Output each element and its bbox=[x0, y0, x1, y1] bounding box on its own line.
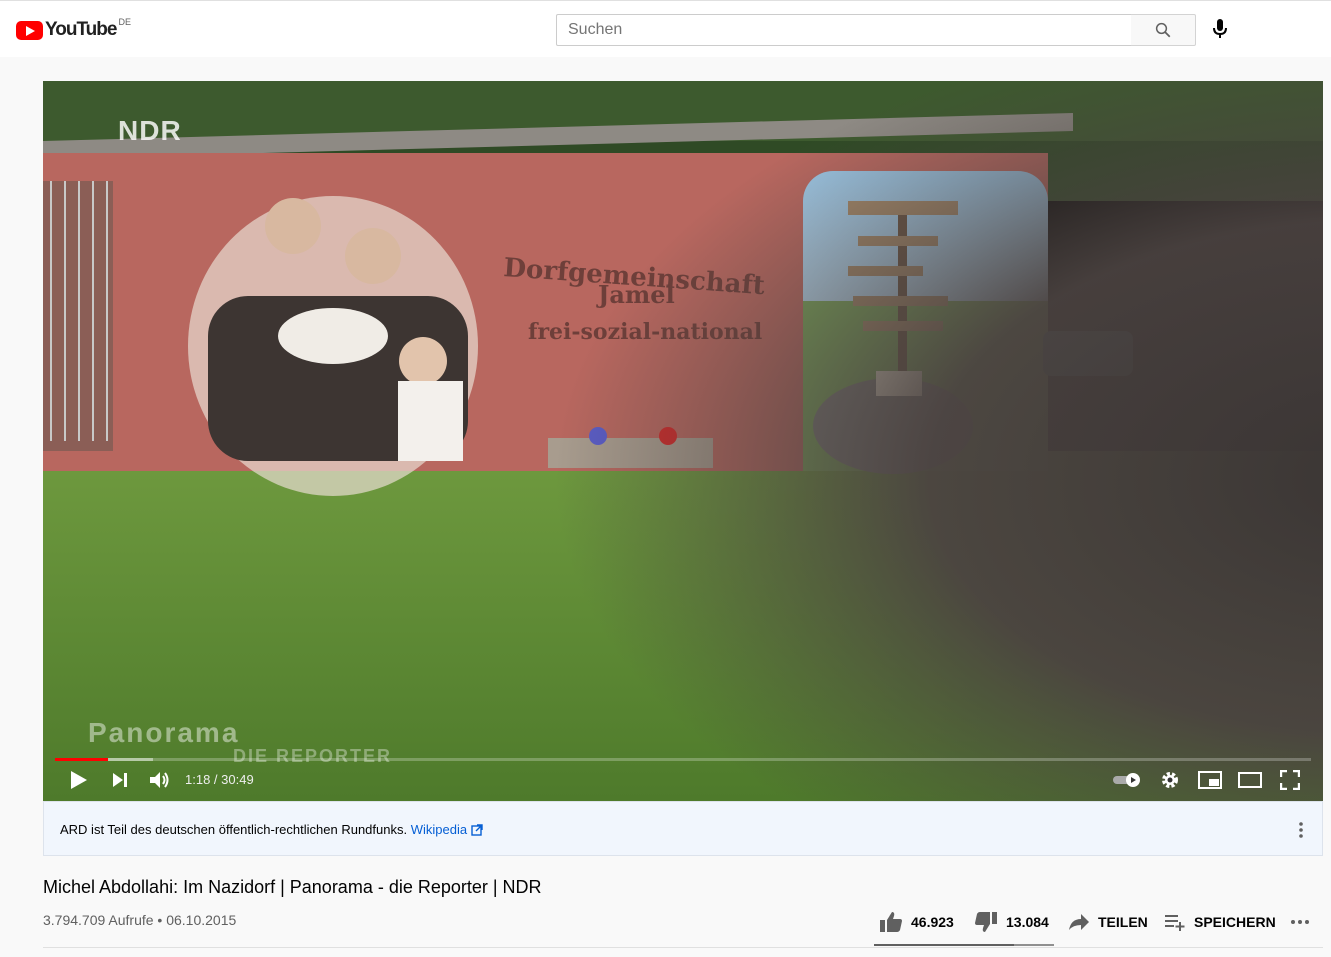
search-button[interactable] bbox=[1131, 14, 1196, 46]
thumbs-down-icon bbox=[975, 912, 997, 932]
voice-search-button[interactable] bbox=[1206, 15, 1234, 43]
external-link-icon bbox=[471, 824, 483, 836]
fullscreen-icon bbox=[1280, 770, 1300, 790]
save-button[interactable]: SPEICHERN bbox=[1164, 906, 1276, 938]
information-panel: ARD ist Teil des deutschen öffentlich-re… bbox=[43, 801, 1323, 856]
mute-button[interactable] bbox=[143, 767, 177, 793]
share-button[interactable]: TEILEN bbox=[1068, 906, 1148, 938]
settings-icon bbox=[1162, 772, 1178, 788]
miniplayer-icon bbox=[1198, 771, 1222, 789]
play-icon bbox=[71, 771, 87, 789]
like-button[interactable]: 46.923 bbox=[879, 906, 954, 938]
more-actions-button[interactable] bbox=[1290, 906, 1310, 938]
youtube-logo[interactable]: YouTube DE bbox=[16, 17, 131, 41]
theater-mode-button[interactable] bbox=[1235, 767, 1265, 793]
sentiment-like-fill bbox=[874, 944, 1015, 946]
volume-icon bbox=[150, 772, 169, 788]
autoplay-toggle-icon bbox=[1113, 773, 1140, 787]
share-arrow-icon bbox=[1069, 914, 1089, 930]
thumbs-up-icon bbox=[880, 912, 902, 932]
fullscreen-button[interactable] bbox=[1275, 767, 1305, 793]
more-horizontal-icon bbox=[1291, 920, 1309, 924]
theater-mode-icon bbox=[1238, 772, 1262, 788]
show-watermark-subtitle: DIE REPORTER bbox=[233, 746, 393, 766]
video-player[interactable]: Dorfgemeinschaft Jamel frei-sozial-natio… bbox=[43, 81, 1323, 801]
video-title: Michel Abdollahi: Im Nazidorf | Panorama… bbox=[43, 877, 542, 897]
logo-text: YouTube bbox=[45, 19, 117, 40]
playlist-add-icon bbox=[1165, 915, 1185, 931]
sentiment-bar bbox=[874, 944, 1054, 946]
divider bbox=[43, 947, 1323, 948]
masthead: YouTube DE bbox=[0, 0, 1331, 57]
dislike-count: 13.084 bbox=[1006, 914, 1049, 930]
info-panel-menu-button[interactable] bbox=[1292, 818, 1310, 842]
show-watermark: Panorama bbox=[88, 717, 240, 748]
search-icon bbox=[1155, 22, 1171, 38]
autoplay-toggle[interactable] bbox=[1109, 767, 1145, 793]
search-box bbox=[556, 14, 1132, 46]
progress-played bbox=[55, 758, 108, 761]
country-code: DE bbox=[118, 17, 131, 27]
wikipedia-link[interactable]: Wikipedia bbox=[411, 822, 483, 837]
settings-button[interactable] bbox=[1155, 767, 1185, 793]
channel-watermark: NDR bbox=[118, 115, 182, 146]
share-label: TEILEN bbox=[1098, 914, 1148, 930]
more-vertical-icon bbox=[1299, 822, 1303, 838]
youtube-play-logo-icon bbox=[16, 20, 43, 40]
search-input[interactable] bbox=[557, 15, 1131, 45]
play-button[interactable] bbox=[61, 767, 97, 793]
progress-bar[interactable] bbox=[55, 758, 1311, 761]
save-label: SPEICHERN bbox=[1194, 914, 1276, 930]
dislike-button[interactable]: 13.084 bbox=[974, 906, 1049, 938]
like-count: 46.923 bbox=[911, 914, 954, 930]
next-icon bbox=[113, 773, 127, 787]
info-panel-description: ARD ist Teil des deutschen öffentlich-re… bbox=[60, 822, 408, 837]
info-panel-text: ARD ist Teil des deutschen öffentlich-re… bbox=[60, 822, 483, 837]
microphone-icon bbox=[1213, 19, 1227, 38]
miniplayer-button[interactable] bbox=[1195, 767, 1225, 793]
video-frame: Dorfgemeinschaft Jamel frei-sozial-natio… bbox=[43, 81, 1323, 801]
wikipedia-link-label: Wikipedia bbox=[410, 822, 468, 837]
next-button[interactable] bbox=[105, 767, 135, 793]
time-display: 1:18 / 30:49 bbox=[185, 772, 254, 787]
video-views-date: 3.794.709 Aufrufe • 06.10.2015 bbox=[43, 912, 237, 928]
